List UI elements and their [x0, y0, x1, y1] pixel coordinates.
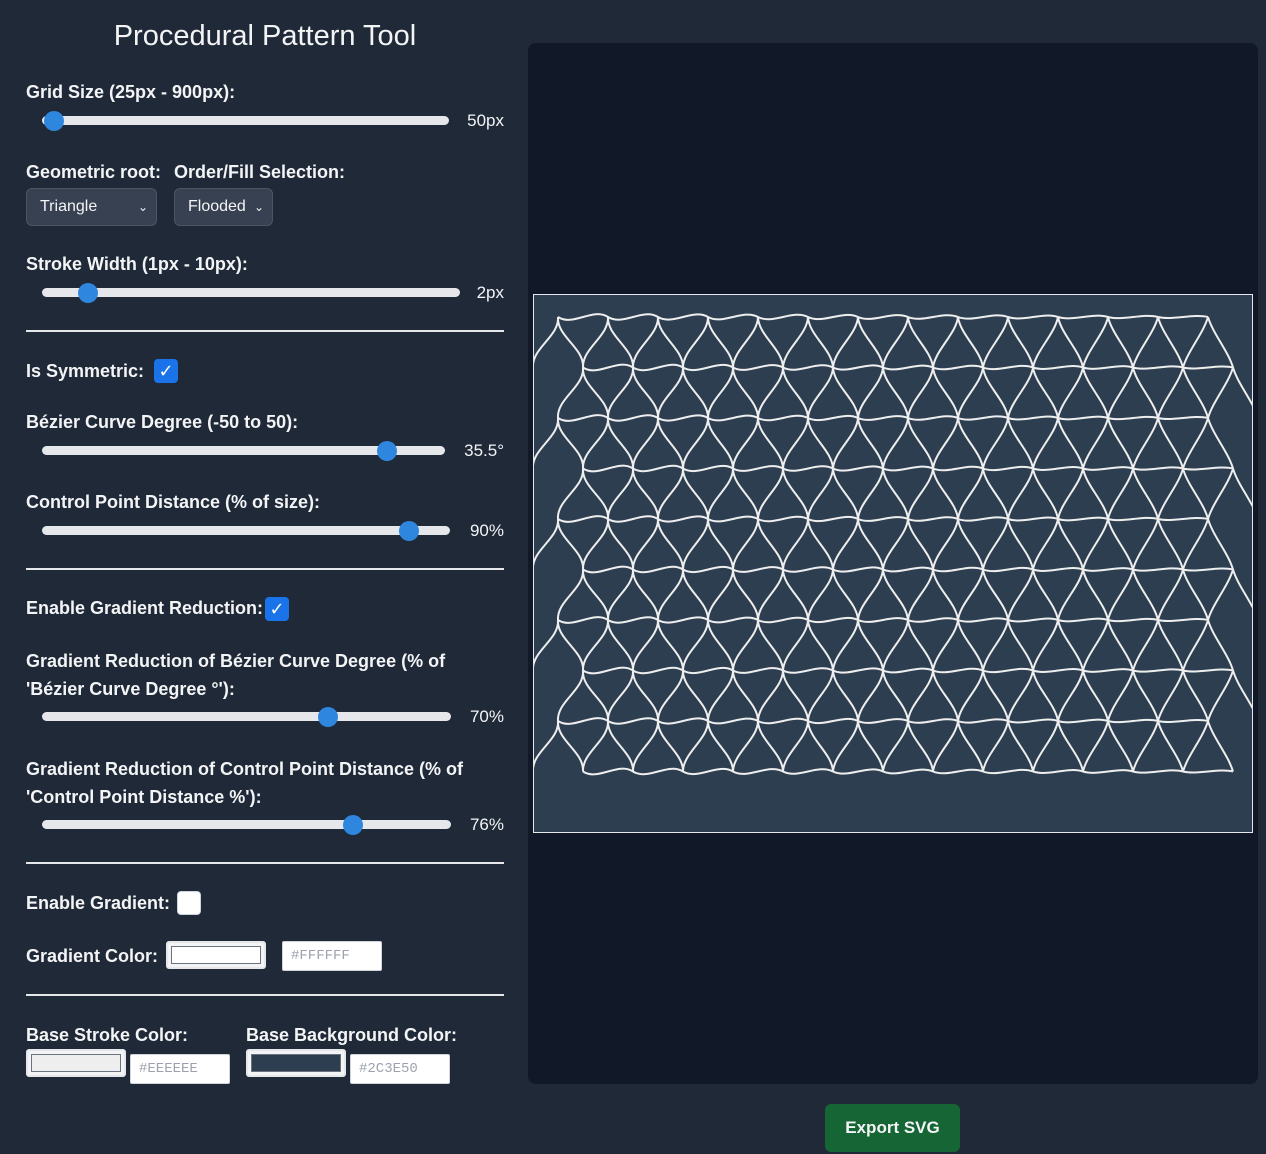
bezier-degree-label: Bézier Curve Degree (-50 to 50): [26, 412, 299, 432]
gradient-reduction-bezier-slider[interactable] [42, 706, 451, 727]
gradient-reduction-cpd-value: 76% [469, 815, 504, 834]
control-point-distance-label: Control Point Distance (% of size): [26, 492, 321, 512]
bezier-degree-value: 35.5° [464, 441, 504, 460]
gradient-color-picker[interactable] [166, 941, 266, 969]
grid-size-value: 50px [467, 111, 504, 130]
divider [26, 994, 504, 996]
is-symmetric-label: Is Symmetric: [26, 361, 145, 381]
gradient-reduction-bezier-value: 70% [469, 707, 504, 726]
order-fill-label: Order/Fill Selection: [174, 162, 346, 182]
grid-size-slider-thumb[interactable] [43, 110, 64, 131]
bezier-degree-slider[interactable] [42, 440, 445, 461]
bezier-degree-slider-thumb[interactable] [376, 440, 397, 461]
check-icon: ✓ [269, 599, 285, 619]
export-svg-button[interactable]: Export SVG [825, 1104, 960, 1152]
base-stroke-color-hex-input[interactable]: #EEEEEE [130, 1054, 230, 1084]
order-fill-value: Flooded [188, 198, 246, 215]
divider [26, 330, 504, 332]
gradient-color-hex-input[interactable]: #FFFFFF [282, 941, 382, 971]
preview-area [528, 43, 1258, 1084]
page-title: Procedural Pattern Tool [113, 20, 417, 52]
stroke-width-label: Stroke Width (1px - 10px): [26, 254, 248, 274]
enable-gradient-label: Enable Gradient: [26, 893, 171, 913]
control-point-distance-slider-thumb[interactable] [399, 520, 420, 541]
control-point-distance-value: 90% [469, 521, 504, 540]
enable-gradient-reduction-checkbox[interactable]: ✓ [265, 597, 289, 621]
base-stroke-color-picker[interactable] [26, 1049, 126, 1077]
divider [26, 862, 504, 864]
chevron-down-icon: ⌄ [253, 200, 264, 214]
gradient-color-swatch [171, 946, 261, 964]
gradient-color-label: Gradient Color: [26, 946, 159, 966]
base-background-color-hex-input[interactable]: #2C3E50 [350, 1054, 450, 1084]
stroke-width-value: 2px [476, 283, 504, 302]
gradient-reduction-cpd-slider-thumb[interactable] [342, 814, 363, 835]
pattern-path [534, 313, 1252, 776]
control-point-distance-slider[interactable] [42, 520, 450, 541]
base-background-color-picker[interactable] [246, 1049, 346, 1077]
stroke-width-slider-thumb[interactable] [78, 282, 99, 303]
base-background-color-label: Base Background Color: [246, 1025, 458, 1045]
chevron-down-icon: ⌄ [137, 200, 148, 214]
base-background-color-swatch [251, 1054, 341, 1072]
grid-size-slider[interactable] [42, 110, 449, 131]
stroke-width-slider[interactable] [42, 282, 460, 303]
gradient-reduction-bezier-label: Gradient Reduction of Bézier Curve Degre… [26, 651, 446, 699]
is-symmetric-checkbox[interactable]: ✓ [154, 359, 178, 383]
enable-gradient-reduction-label: Enable Gradient Reduction: [26, 598, 264, 618]
grid-size-label: Grid Size (25px - 900px): [26, 82, 236, 102]
gradient-reduction-cpd-slider[interactable] [42, 814, 451, 835]
base-stroke-color-swatch [31, 1054, 121, 1072]
check-icon: ✓ [158, 361, 174, 381]
pattern-svg [534, 313, 1252, 776]
geometric-root-label: Geometric root: [26, 162, 162, 182]
geometric-root-value: Triangle [40, 198, 98, 215]
base-stroke-color-label: Base Stroke Color: [26, 1025, 189, 1045]
enable-gradient-checkbox[interactable] [177, 891, 201, 915]
gradient-reduction-cpd-label: Gradient Reduction of Control Point Dist… [26, 759, 464, 807]
pattern-canvas [533, 294, 1253, 833]
gradient-reduction-bezier-slider-thumb[interactable] [318, 706, 339, 727]
divider [26, 568, 504, 570]
geometric-root-select[interactable]: Triangle ⌄ [26, 188, 157, 226]
order-fill-select[interactable]: Flooded ⌄ [174, 188, 273, 226]
